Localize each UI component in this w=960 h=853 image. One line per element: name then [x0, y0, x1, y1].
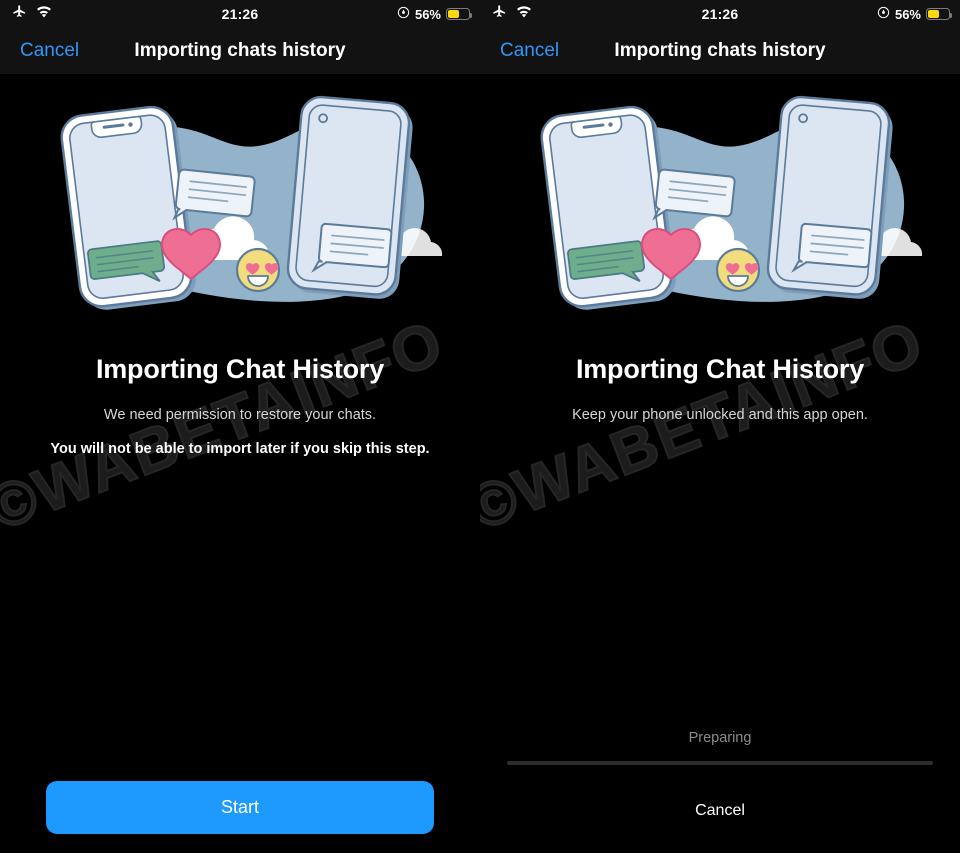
dual-screenshot-container: 21:26 56% Cancel Importing chats history: [0, 0, 960, 853]
page-warning-left: You will not be able to import later if …: [50, 441, 430, 457]
page-subline-left: We need permission to restore your chats…: [103, 407, 377, 423]
status-bar-right-indicators: 56%: [877, 6, 952, 22]
battery-percent-label: 56%: [894, 6, 921, 22]
content-area-left: ©WABETAINFO Importing Chat History We ne…: [0, 74, 480, 853]
screen-permission-step: 21:26 56% Cancel Importing chats history: [0, 0, 480, 853]
page-headline-left: Importing Chat History: [95, 354, 385, 384]
battery-percent-label: 56%: [414, 6, 441, 22]
location-services-icon: [877, 6, 890, 22]
two-phones-chat-sync-illustration: [30, 74, 450, 324]
two-phones-chat-sync-illustration: [510, 74, 930, 324]
content-area-right: ©WABETAINFO Importing Chat History Keep …: [480, 74, 960, 853]
nav-title: Importing chats history: [614, 40, 826, 61]
cancel-import-button[interactable]: Cancel: [480, 802, 960, 820]
progress-status-label: Preparing: [688, 730, 752, 746]
battery-nub: [470, 12, 472, 18]
battery-icon: [446, 8, 472, 20]
status-bar-left: 21:26 56%: [0, 0, 480, 28]
nav-bar-left: Cancel Importing chats history: [0, 28, 480, 74]
battery-fill: [448, 10, 460, 18]
screen-progress-step: 21:26 56% Cancel Importing chats history: [480, 0, 960, 853]
battery-icon: [926, 8, 952, 20]
page-headline-right: Importing Chat History: [575, 354, 865, 384]
nav-bar-right: Cancel Importing chats history: [480, 28, 960, 74]
status-bar-right: 21:26 56%: [480, 0, 960, 28]
battery-fill: [928, 10, 940, 18]
page-subline-right: Keep your phone unlocked and this app op…: [572, 407, 868, 423]
nav-title: Importing chats history: [134, 40, 346, 61]
start-button[interactable]: Start: [46, 781, 434, 834]
location-services-icon: [397, 6, 410, 22]
import-progress-bar: [507, 761, 933, 765]
battery-nub: [950, 12, 952, 18]
status-bar-right-icons: 56%: [397, 6, 472, 22]
